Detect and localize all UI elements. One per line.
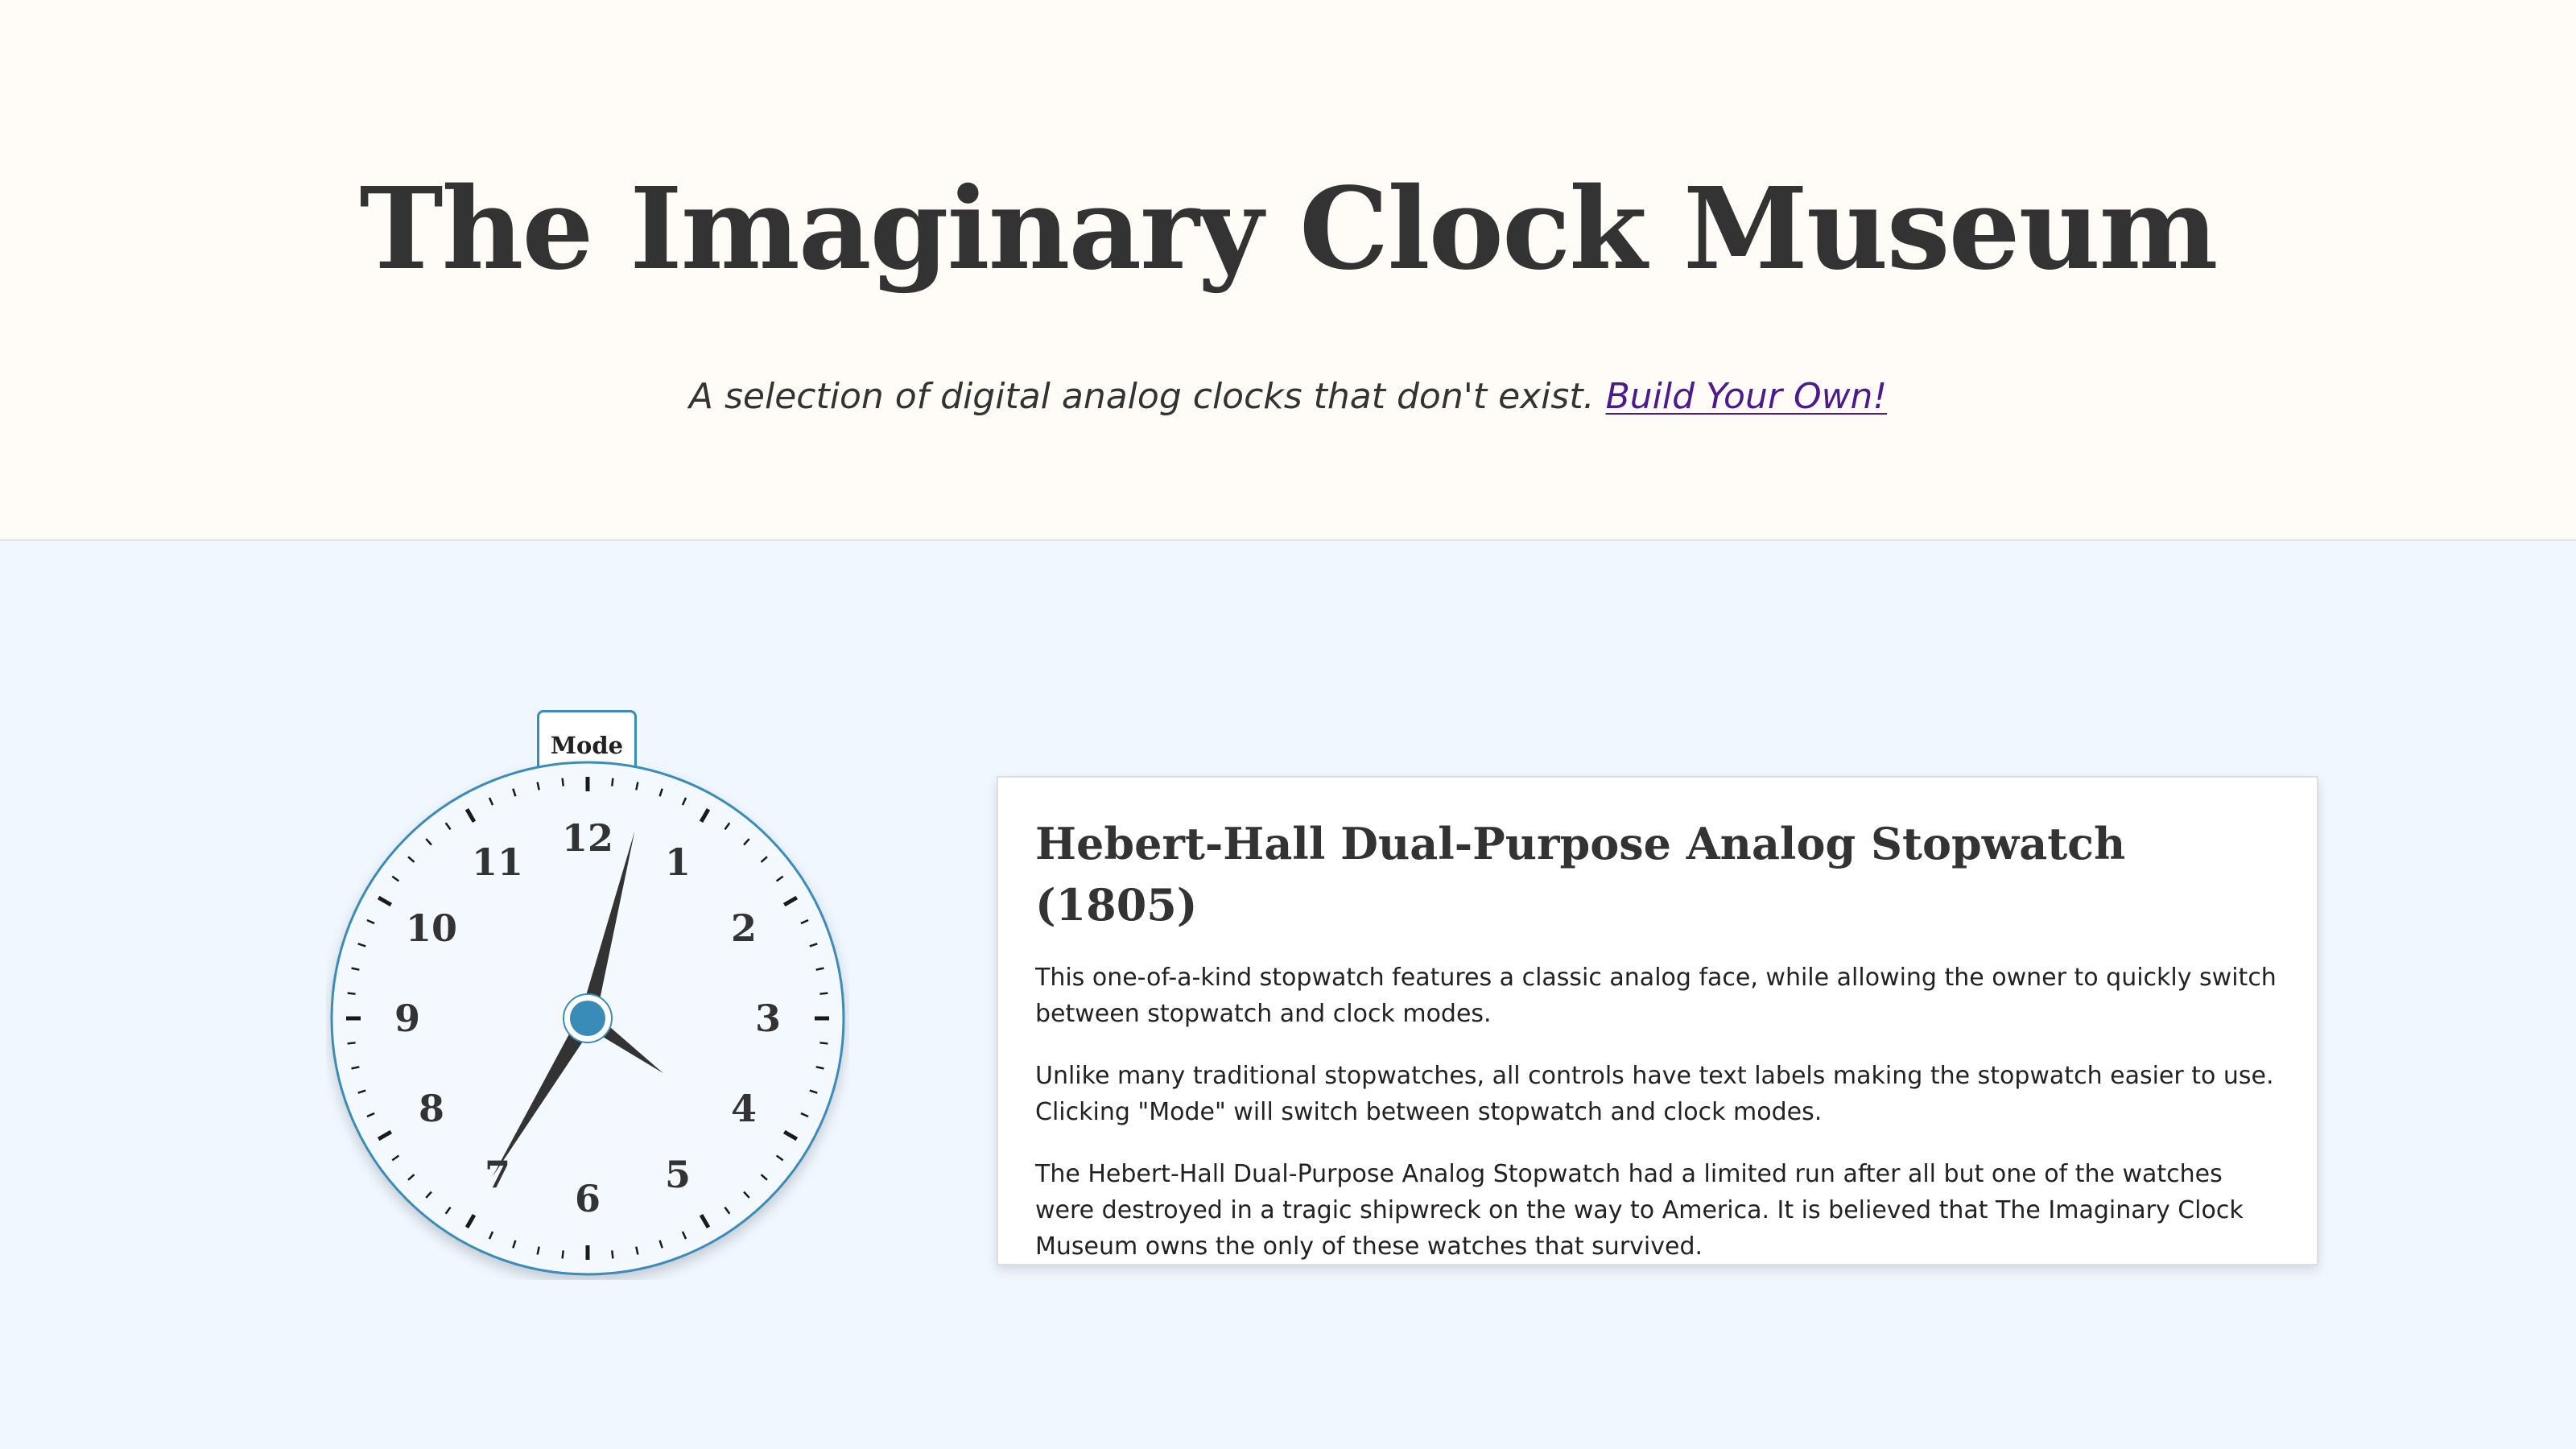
stopwatch: Mode 12 1 2 3 4 5 6 7 8 9 10 11 [326,707,849,1286]
exhibit-title: Hebert-Hall Dual-Purpose Analog Stopwatc… [1035,818,2126,931]
minor-tick [819,1042,828,1045]
clock-numeral: 1 [665,840,691,884]
clock-numeral: 4 [731,1087,757,1130]
clock-numeral: 12 [562,816,613,860]
minor-tick [561,1250,564,1259]
clock-numeral: 7 [485,1153,510,1196]
clock-face: 12 12 3 45 6 78 9 10 11 [330,761,845,1276]
minor-tick [347,1042,356,1045]
exhibit-paragraph: This one-of-a-kind stopwatch features a … [1035,964,2277,1028]
exhibit-card: Hebert-Hall Dual-Purpose Analog Stopwatc… [997,776,2318,1265]
clock-numeral: 2 [731,906,757,950]
page-title: The Imaginary Clock Museum [359,163,2218,295]
minor-tick [561,778,564,786]
hub-cap [570,1001,605,1036]
subtitle-text: A selection of digital analog clocks tha… [688,376,1595,417]
minor-tick [819,992,828,995]
minor-tick [611,778,614,786]
clock-numeral: 3 [755,997,781,1040]
clock-numeral: 8 [419,1087,444,1130]
exhibit-paragraph: The Hebert-Hall Dual-Purpose Analog Stop… [1035,1160,2244,1261]
exhibit-paragraph: Unlike many traditional stopwatches, all… [1035,1062,2274,1126]
clock-numeral: 5 [665,1153,691,1196]
clock-numeral: 9 [394,997,420,1040]
minor-tick [347,992,356,995]
clock-numeral: 11 [472,840,523,884]
page-header: The Imaginary Clock Museum A selection o… [0,0,2576,541]
build-your-own-link[interactable]: Build Your Own! [1606,376,1888,417]
clock-numeral: 10 [406,906,457,950]
page-subtitle: A selection of digital analog clocks tha… [0,369,2576,425]
clock-numeral: 6 [575,1177,601,1220]
minor-tick [611,1250,614,1259]
